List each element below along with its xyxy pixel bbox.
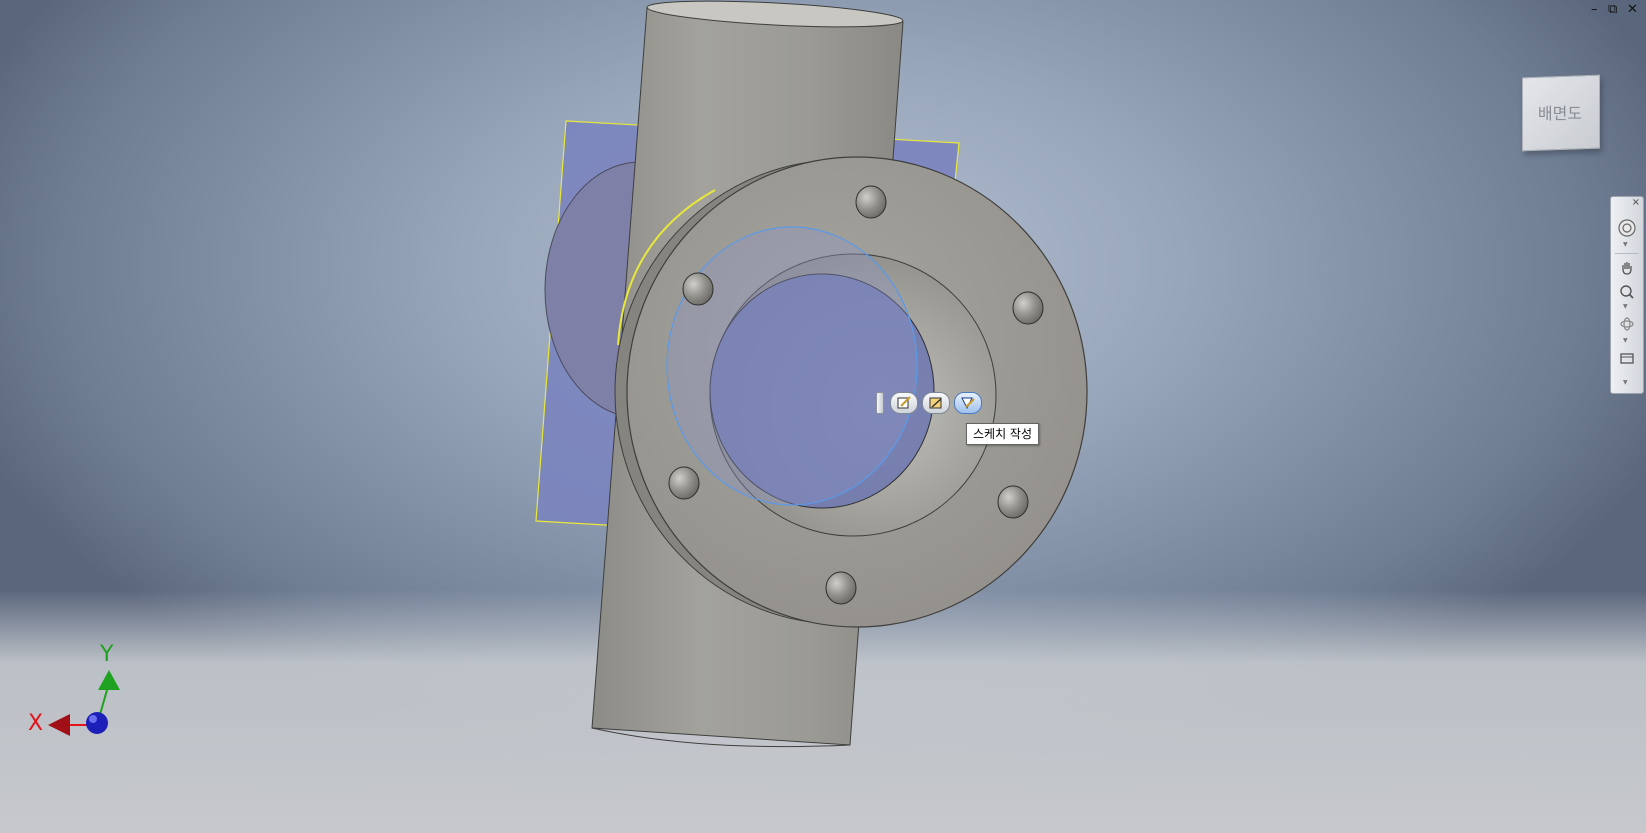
- bolt-hole[interactable]: [855, 185, 887, 219]
- look-at-icon[interactable]: [1617, 349, 1637, 367]
- pan-icon[interactable]: [1617, 259, 1637, 277]
- steering-wheel-icon[interactable]: [1617, 219, 1637, 237]
- navbar-close-icon[interactable]: ×: [1632, 197, 1640, 208]
- x-axis-arrow: [48, 714, 70, 736]
- bolt-hole[interactable]: [825, 571, 857, 605]
- graphics-viewport[interactable]: Y X – ⧉ ✕ 배면도 × ▼ ▼ ▼ ▼ 스케치 작성: [0, 0, 1646, 833]
- navigation-bar: × ▼ ▼ ▼ ▼: [1610, 196, 1644, 394]
- minimize-button[interactable]: –: [1591, 3, 1598, 17]
- selected-circle[interactable]: [666, 226, 918, 506]
- y-axis-arrow: [98, 670, 120, 690]
- tooltip: 스케치 작성: [966, 423, 1040, 445]
- close-button[interactable]: ✕: [1627, 3, 1638, 17]
- zoom-icon[interactable]: [1617, 283, 1637, 301]
- y-axis-label: Y: [100, 642, 114, 667]
- create-sketch-button[interactable]: [954, 392, 982, 414]
- viewcube-face-label: 배면도: [1537, 104, 1583, 123]
- bolt-hole[interactable]: [1012, 291, 1044, 325]
- mini-toolbar: [876, 392, 986, 414]
- edit-feature-icon: [929, 397, 942, 409]
- bolt-hole[interactable]: [682, 272, 714, 306]
- 3d-model[interactable]: [0, 0, 1646, 833]
- create-sketch-icon: [961, 397, 975, 410]
- toolbar-grip[interactable]: [876, 392, 884, 414]
- bolt-hole[interactable]: [668, 466, 700, 500]
- bolt-hole[interactable]: [997, 485, 1029, 519]
- axis-triad: [48, 670, 120, 736]
- viewcube[interactable]: 배면도: [1518, 72, 1604, 156]
- edit-sketch-icon: [897, 396, 911, 409]
- orbit-icon[interactable]: [1617, 315, 1637, 333]
- edit-sketch-button[interactable]: [890, 392, 918, 414]
- edit-feature-button[interactable]: [922, 392, 950, 414]
- z-axis-origin: [86, 712, 108, 734]
- restore-button[interactable]: ⧉: [1608, 3, 1617, 17]
- x-axis-label: X: [28, 711, 44, 736]
